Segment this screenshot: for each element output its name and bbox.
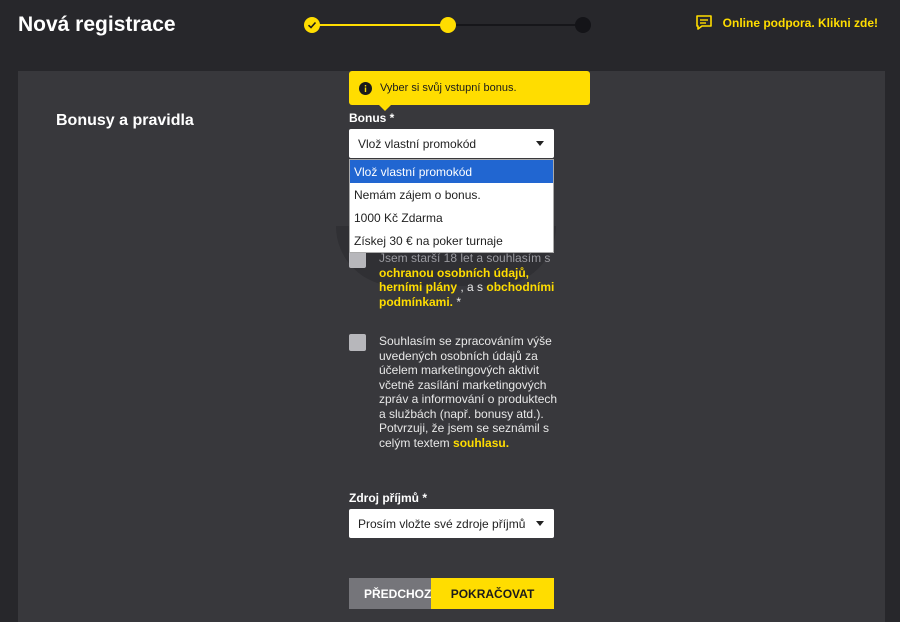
registration-panel: Bonusy a pravidla Vyber si svůj vstupní …: [18, 71, 885, 622]
previous-button[interactable]: PŘEDCHOZÍ: [349, 578, 431, 609]
chevron-down-icon: [536, 141, 544, 146]
page-title: Nová registrace: [18, 13, 176, 36]
marketing-consent-checkbox[interactable]: [349, 334, 366, 351]
bonus-option[interactable]: 1000 Kč Zdarma: [350, 206, 553, 229]
chevron-down-icon: [536, 521, 544, 526]
bonus-option[interactable]: Získej 30 € na poker turnaje: [350, 229, 553, 252]
step-3-pending: [575, 17, 591, 33]
progress-stepper: [303, 15, 593, 35]
bonus-option[interactable]: Nemám zájem o bonus.: [350, 183, 553, 206]
bonus-selected-value: Vlož vlastní promokód: [358, 136, 477, 151]
marketing-consent-plain: Souhlasím se zpracováním výše uvedených …: [379, 334, 558, 421]
bonus-option[interactable]: Vlož vlastní promokód: [350, 160, 553, 183]
step-1-done-icon: [304, 17, 320, 33]
stepper-line-completed: [313, 24, 448, 26]
bonus-select[interactable]: Vlož vlastní promokód: [349, 129, 554, 158]
tooltip-text: Vyber si svůj vstupní bonus.: [380, 82, 517, 94]
age-consent-plain: Jsem starší 18 let a souhlasím s: [379, 251, 551, 265]
gaming-plans-link[interactable]: herními plány: [379, 280, 457, 294]
chat-icon: [695, 15, 712, 30]
bonus-label: Bonus *: [349, 111, 395, 125]
continue-button[interactable]: POKRAČOVAT: [431, 578, 554, 609]
info-icon: [359, 81, 372, 95]
age-consent-text: Jsem starší 18 let a souhlasím s ochrano…: [379, 251, 559, 309]
section-title: Bonusy a pravidla: [56, 112, 194, 129]
bonus-dropdown-list: Vlož vlastní promokód Nemám zájem o bonu…: [349, 159, 554, 253]
age-consent-checkbox[interactable]: [349, 251, 366, 268]
step-2-current: [440, 17, 456, 33]
bonus-tooltip: Vyber si svůj vstupní bonus.: [349, 71, 590, 111]
privacy-link[interactable]: ochranou osobních údajů,: [379, 266, 529, 280]
online-support-link[interactable]: Online podpora. Klikni zde!: [695, 14, 878, 31]
check-icon: [307, 21, 317, 29]
support-label: Online podpora. Klikni zde!: [722, 15, 878, 30]
stepper-line-pending: [448, 24, 583, 26]
required-mark: *: [453, 294, 462, 309]
income-select[interactable]: Prosím vložte své zdroje příjmů: [349, 509, 554, 538]
income-label: Zdroj příjmů *: [349, 491, 427, 505]
marketing-consent-text: Souhlasím se zpracováním výše uvedených …: [379, 334, 559, 450]
age-consent-plain-2: , a s: [457, 280, 487, 294]
income-placeholder: Prosím vložte své zdroje příjmů: [358, 516, 526, 531]
consent-link[interactable]: souhlasu.: [453, 436, 509, 450]
